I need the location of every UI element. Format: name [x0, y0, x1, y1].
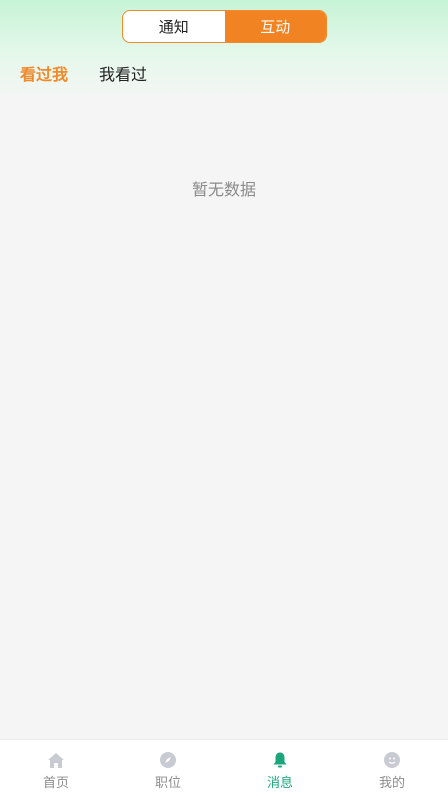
home-icon [46, 751, 66, 769]
segment-interactions[interactable]: 互动 [224, 11, 326, 42]
segment-notifications[interactable]: 通知 [123, 11, 225, 42]
empty-state-text: 暂无数据 [191, 180, 256, 199]
nav-item-jobs[interactable]: 职位 [112, 740, 224, 796]
nav-item-label: 消息 [266, 776, 293, 791]
nav-item-label: 首页 [42, 776, 69, 791]
header: 通知 互动 看过我 我看过 [0, 0, 448, 95]
profile-icon [382, 751, 402, 769]
bell-icon [270, 751, 290, 769]
bottom-nav: 首页 职位 消息 我的 [0, 739, 448, 796]
subtab-viewed-me[interactable]: 看过我 [20, 61, 68, 85]
screen: 通知 互动 看过我 我看过 暂无数据 首页 职位 消息 我的 [0, 0, 448, 796]
compass-icon [158, 751, 178, 769]
nav-item-label: 我的 [378, 776, 405, 791]
subtabs: 看过我 我看过 [0, 61, 448, 87]
nav-item-home[interactable]: 首页 [0, 740, 112, 796]
segmented-control: 通知 互动 [122, 10, 327, 43]
nav-item-messages[interactable]: 消息 [224, 740, 336, 796]
nav-item-profile[interactable]: 我的 [336, 740, 448, 796]
subtab-i-viewed[interactable]: 我看过 [99, 61, 147, 85]
nav-item-label: 职位 [154, 776, 181, 791]
